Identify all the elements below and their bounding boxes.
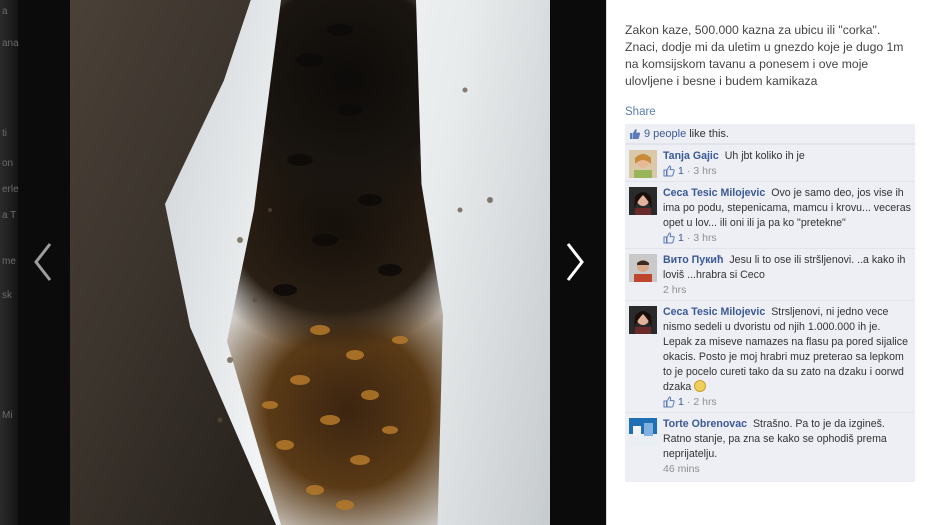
next-photo-button[interactable] [560,238,590,286]
comment-meta: 46 mins [663,463,911,475]
comment-time[interactable]: 3 hrs [693,165,716,177]
smile-emoji-icon [694,380,707,392]
comment-body: Torte Obrenovac Strašno. Pa to je da izg… [663,417,911,462]
meta-separator: · [686,396,691,408]
ghost-text: sk [2,290,12,301]
ghost-text: ana [2,38,19,49]
meta-separator: · [686,165,691,177]
thumbs-up-icon [663,396,675,408]
photo-viewer: a ana ti on erle a T me sk Mi Zakon kaze… [0,0,930,525]
comment-item: Вито Пукић Jesu li to ose ili stršljenov… [625,248,915,300]
ghost-text: on [2,158,14,169]
ghost-text: a T [2,210,17,221]
avatar[interactable] [629,254,657,282]
comment-item: Tanja Gajic Uh jbt koliko ih je 1 · 3 hr… [625,144,915,181]
comment-meta: 1 · 2 hrs [663,396,911,408]
comment-author[interactable]: Ceca Tesic Milojevic [663,187,765,199]
photo-hornets [70,0,550,525]
comment-body: Ceca Tesic Milojevic Ovo je samo deo, jo… [663,186,911,231]
ghost-text: me [2,256,16,267]
comment-author[interactable]: Torte Obrenovac [663,418,747,430]
comment-author[interactable]: Вито Пукић [663,254,723,266]
thumbs-up-icon [663,232,675,244]
share-link[interactable]: Share [625,106,656,118]
comment-body: Ceca Tesic Milojevic Strsljenovi, ni jed… [663,305,911,395]
comment-like-count[interactable]: 1 [678,232,684,244]
likes-summary: 9 people like this. [625,124,915,144]
avatar[interactable] [629,187,657,215]
comment-like-count[interactable]: 1 [678,165,684,177]
comment-item: Torte Obrenovac Strašno. Pa to je da izg… [625,412,915,479]
comment-time[interactable]: 2 hrs [693,396,716,408]
avatar[interactable] [629,418,657,446]
thumbs-up-icon [663,165,675,177]
photo-insect-details [217,24,493,510]
ghost-text: erle [2,184,19,195]
avatar[interactable] [629,306,657,334]
comment-time[interactable]: 3 hrs [693,232,716,244]
comment-text: Uh jbt koliko ih je [724,150,805,162]
background-page-strip: a ana ti on erle a T me sk Mi [0,0,19,525]
comment-author[interactable]: Ceca Tesic Milojevic [663,306,765,318]
ghost-text: ti [2,128,7,139]
comment-meta: 1 · 3 hrs [663,165,911,177]
comment-meta: 2 hrs [663,284,911,296]
comment-item: Ceca Tesic Milojevic Ovo je samo deo, jo… [625,181,915,248]
comment-time[interactable]: 46 mins [663,463,700,475]
comment-body: Tanja Gajic Uh jbt koliko ih je [663,149,911,164]
comments-section: 9 people like this. Tanja Gajic Uh jbt k… [625,124,915,482]
comment-time[interactable]: 2 hrs [663,284,686,296]
likes-suffix: like this. [689,127,729,140]
comment-like-count[interactable]: 1 [678,396,684,408]
chevron-left-icon [34,243,52,281]
previous-photo-button[interactable] [28,238,58,286]
likes-count-link[interactable]: 9 people [644,128,686,140]
comment-item: Ceca Tesic Milojevic Strsljenovi, ni jed… [625,300,915,412]
post-sidebar: Zakon kaze, 500.000 kazna za ubicu ili "… [606,0,930,525]
comment-meta: 1 · 3 hrs [663,232,911,244]
chevron-right-icon [566,243,584,281]
ghost-text: Mi [2,410,13,421]
thumbs-up-icon [630,128,641,139]
comment-body: Вито Пукић Jesu li to ose ili stršljenov… [663,253,911,283]
avatar[interactable] [629,150,657,178]
post-caption: Zakon kaze, 500.000 kazna za ubicu ili "… [625,23,904,88]
meta-separator: · [686,232,691,244]
comment-author[interactable]: Tanja Gajic [663,150,719,162]
ghost-text: a [2,6,8,17]
